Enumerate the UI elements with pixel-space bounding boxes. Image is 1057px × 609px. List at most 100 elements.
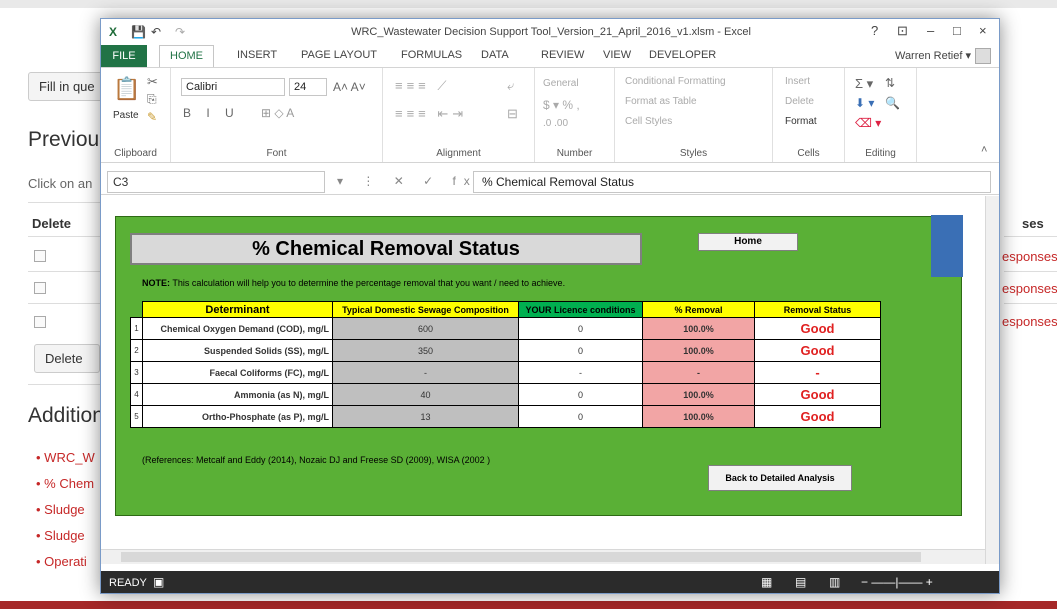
formula-input[interactable]: % Chemical Removal Status bbox=[473, 171, 991, 193]
help-icon[interactable]: ? bbox=[871, 23, 878, 38]
row-checkbox[interactable] bbox=[34, 282, 46, 294]
redo-icon[interactable]: ↷ bbox=[175, 25, 185, 39]
determinant-cell[interactable]: Faecal Coliforms (FC), mg/L bbox=[142, 361, 333, 384]
merge-center-icon[interactable]: ⊟ bbox=[507, 106, 518, 122]
status-cell[interactable]: Good bbox=[754, 405, 881, 428]
maximize-icon[interactable]: □ bbox=[953, 23, 961, 38]
number-format-select[interactable]: General bbox=[543, 78, 579, 89]
row-checkbox[interactable] bbox=[34, 250, 46, 262]
licence-cell[interactable]: 0 bbox=[518, 317, 643, 340]
status-cell[interactable]: Good bbox=[754, 339, 881, 362]
tab-view[interactable]: VIEW bbox=[603, 49, 631, 61]
find-select-icon[interactable]: 🔍 bbox=[885, 96, 900, 110]
page-break-view-icon[interactable]: ▥ bbox=[829, 575, 840, 589]
tab-insert[interactable]: INSERT bbox=[237, 49, 277, 61]
conditional-formatting-button[interactable]: Conditional Formatting bbox=[625, 76, 726, 87]
determinant-cell[interactable]: Ortho-Phosphate (as P), mg/L bbox=[142, 405, 333, 428]
border-fill-color-icons[interactable]: ⊞ ◇ A bbox=[261, 106, 294, 120]
page-layout-view-icon[interactable]: ▤ bbox=[795, 575, 806, 589]
cut-icon[interactable]: ✂ bbox=[147, 74, 158, 90]
divider bbox=[28, 271, 108, 272]
delete-button[interactable]: Delete bbox=[34, 344, 100, 373]
zoom-slider[interactable]: − ——|—— + bbox=[861, 575, 933, 589]
tab-formulas[interactable]: FORMULAS bbox=[401, 49, 462, 61]
scroll-thumb[interactable] bbox=[121, 552, 921, 562]
removal-cell[interactable]: 100.0% bbox=[642, 317, 755, 340]
cell-styles-button[interactable]: Cell Styles bbox=[625, 116, 672, 127]
sort-filter-icon[interactable]: ⇅ bbox=[885, 76, 895, 90]
responses-link[interactable]: esponses bbox=[1002, 249, 1057, 264]
back-to-detailed-analysis-button[interactable]: Back to Detailed Analysis bbox=[708, 465, 852, 491]
tab-file[interactable]: FILE bbox=[101, 45, 147, 67]
tab-page-layout[interactable]: PAGE LAYOUT bbox=[301, 49, 377, 61]
clear-icon[interactable]: ⌫ ▾ bbox=[855, 116, 881, 130]
link-chem[interactable]: • % Chem bbox=[36, 476, 94, 491]
tab-home[interactable]: HOME bbox=[159, 45, 214, 68]
typical-cell[interactable]: 40 bbox=[332, 383, 519, 406]
paste-button[interactable]: Paste bbox=[113, 110, 139, 121]
removal-cell[interactable]: 100.0% bbox=[642, 405, 755, 428]
row-checkbox[interactable] bbox=[34, 316, 46, 328]
normal-view-icon[interactable]: ▦ bbox=[761, 575, 772, 589]
link-wrc[interactable]: • WRC_W bbox=[36, 450, 95, 465]
font-grow-icon[interactable]: A˄ A˅ bbox=[333, 80, 366, 94]
format-as-table-button[interactable]: Format as Table bbox=[625, 96, 697, 107]
user-account[interactable]: Warren Retief ▾ bbox=[895, 48, 991, 64]
typical-cell[interactable]: - bbox=[332, 361, 519, 384]
removal-cell[interactable]: 100.0% bbox=[642, 383, 755, 406]
bold-italic-underline-buttons[interactable]: B I U bbox=[183, 106, 240, 120]
status-cell[interactable]: - bbox=[754, 361, 881, 384]
format-button[interactable]: Format bbox=[785, 116, 817, 127]
removal-cell[interactable]: - bbox=[642, 361, 755, 384]
paste-icon[interactable]: 📋 bbox=[113, 76, 140, 102]
status-cell[interactable]: Good bbox=[754, 383, 881, 406]
align-left-icons[interactable]: ≡≡≡ ⇤⇥ bbox=[395, 106, 467, 122]
licence-cell[interactable]: 0 bbox=[518, 383, 643, 406]
horizontal-scrollbar[interactable] bbox=[101, 549, 985, 564]
wrap-text-icon[interactable]: ⤶ bbox=[507, 78, 514, 94]
responses-link[interactable]: esponses bbox=[1002, 281, 1057, 296]
tab-data[interactable]: DATA bbox=[481, 49, 509, 61]
home-button[interactable]: Home bbox=[698, 233, 798, 251]
font-name-select[interactable]: Calibri bbox=[181, 78, 285, 96]
removal-cell[interactable]: 100.0% bbox=[642, 339, 755, 362]
determinant-cell[interactable]: Ammonia (as N), mg/L bbox=[142, 383, 333, 406]
collapse-ribbon-icon[interactable]: ˄ bbox=[981, 144, 987, 156]
determinant-cell[interactable]: Suspended Solids (SS), mg/L bbox=[142, 339, 333, 362]
worksheet-area[interactable]: % Chemical Removal Status Home NOTE: Thi… bbox=[101, 196, 985, 564]
ribbon-display-icon[interactable]: ⊡ bbox=[897, 23, 908, 39]
licence-cell[interactable]: 0 bbox=[518, 339, 643, 362]
delete-cells-button[interactable]: Delete bbox=[785, 96, 814, 107]
close-icon[interactable]: × bbox=[979, 23, 987, 38]
determinant-cell[interactable]: Chemical Oxygen Demand (COD), mg/L bbox=[142, 317, 333, 340]
autosum-icon[interactable]: Σ ▾ bbox=[855, 76, 873, 92]
formula-icons[interactable]: ▾ ⋮ ✕ ✓ fx bbox=[337, 174, 478, 188]
format-painter-icon[interactable]: ✎ bbox=[147, 110, 157, 124]
link-sludge-1[interactable]: • Sludge bbox=[36, 502, 85, 517]
minimize-icon[interactable]: – bbox=[927, 23, 934, 38]
fill-in-questionnaire-button[interactable]: Fill in que bbox=[28, 72, 104, 101]
tab-developer[interactable]: DEVELOPER bbox=[649, 49, 716, 61]
typical-cell[interactable]: 600 bbox=[332, 317, 519, 340]
link-sludge-2[interactable]: • Sludge bbox=[36, 528, 85, 543]
licence-cell[interactable]: 0 bbox=[518, 405, 643, 428]
fill-icon[interactable]: ⬇ ▾ bbox=[855, 96, 874, 110]
tab-review[interactable]: REVIEW bbox=[541, 49, 584, 61]
responses-link[interactable]: esponses bbox=[1002, 314, 1057, 329]
font-size-select[interactable]: 24 bbox=[289, 78, 327, 96]
macro-record-icon[interactable]: ▣ bbox=[153, 575, 164, 589]
typical-cell[interactable]: 13 bbox=[332, 405, 519, 428]
save-icon[interactable]: 💾 bbox=[131, 25, 146, 39]
vertical-scrollbar[interactable] bbox=[985, 196, 999, 564]
licence-cell[interactable]: - bbox=[518, 361, 643, 384]
typical-cell[interactable]: 350 bbox=[332, 339, 519, 362]
undo-icon[interactable]: ↶ bbox=[151, 25, 161, 39]
name-box[interactable]: C3 bbox=[107, 171, 325, 193]
decimal-icons[interactable]: .0 .00 bbox=[543, 118, 568, 129]
insert-button[interactable]: Insert bbox=[785, 76, 810, 87]
status-cell[interactable]: Good bbox=[754, 317, 881, 340]
currency-percent-icons[interactable]: $ ▾ % , bbox=[543, 98, 580, 112]
copy-icon[interactable]: ⎘ bbox=[147, 92, 157, 107]
align-top-icons[interactable]: ≡≡≡ ⟋ bbox=[395, 78, 450, 94]
link-operations[interactable]: • Operati bbox=[36, 554, 87, 569]
